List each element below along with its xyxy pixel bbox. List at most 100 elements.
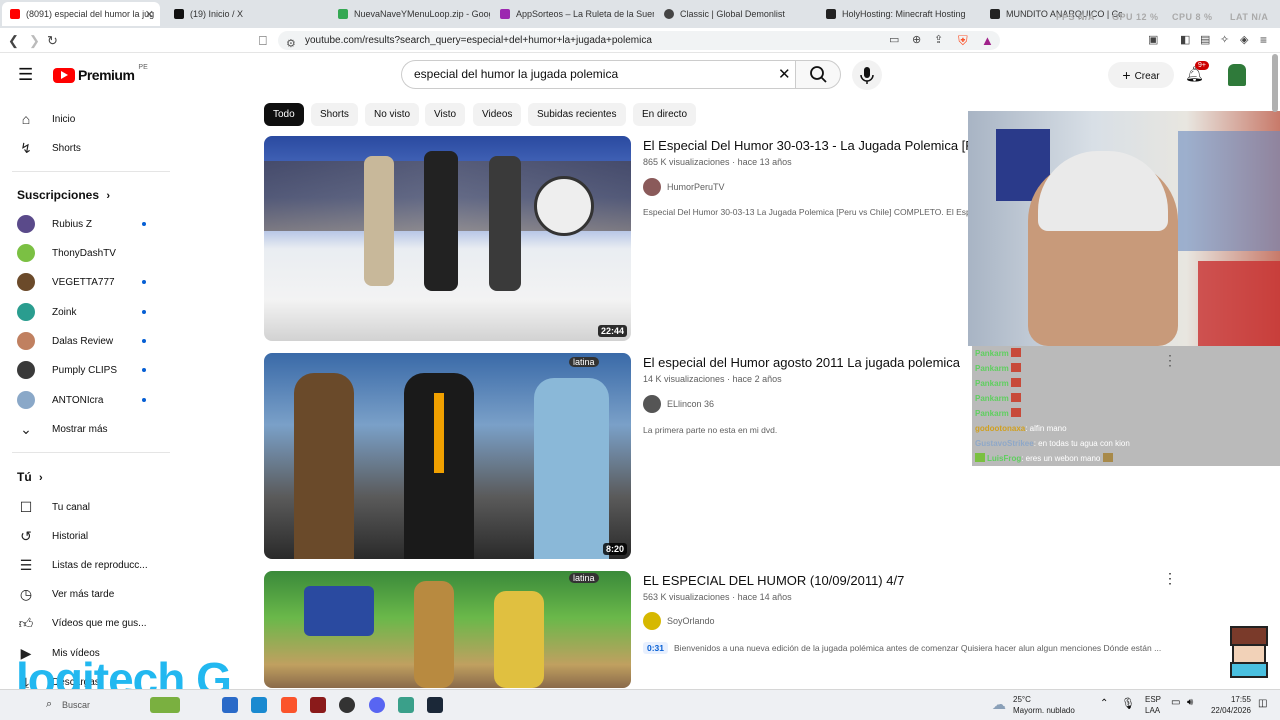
tab-console[interactable]: MUNDITO ANARQUICO | Console — [982, 2, 1122, 26]
reload-icon[interactable]: ↻ — [47, 33, 58, 49]
page-scrollbar[interactable] — [1272, 54, 1278, 112]
voice-search-button[interactable] — [852, 60, 882, 90]
chip-recent-uploads[interactable]: Subidas recientes — [528, 103, 626, 126]
notifications-button[interactable]: 🔔︎ 9+ — [1185, 61, 1209, 83]
bookmark-icon[interactable]: ⎕ — [259, 33, 267, 49]
timestamp-chip[interactable]: 0:31 — [643, 642, 669, 654]
windows-taskbar: ⌕ Buscar ☁ 25°C Mayorm. nublado ⌃ 🎙︎ ESP… — [0, 689, 1280, 720]
you-header[interactable]: Tú › — [17, 470, 43, 484]
chip-live[interactable]: En directo — [633, 103, 697, 126]
tab-appsorteos[interactable]: AppSorteos – La Ruleta de la Suerte — [492, 2, 654, 26]
search-button[interactable] — [795, 60, 841, 89]
clock-time[interactable]: 17:55 — [1211, 695, 1251, 704]
latency-stat: LAT N/A — [1230, 12, 1269, 22]
video-thumbnail[interactable]: latina — [264, 571, 631, 688]
drive-favicon-icon — [338, 9, 348, 19]
taskbar-search-input[interactable]: Buscar — [62, 700, 90, 710]
channel-link[interactable]: HumorPeruTV — [643, 178, 725, 196]
youtube-logo[interactable]: Premium PE — [53, 63, 148, 83]
brave-rewards-icon[interactable]: ▲ — [981, 33, 994, 48]
sidebar-item-playlists[interactable]: ☰ Listas de reproducc... — [17, 557, 148, 574]
tab-holyhosting[interactable]: HolyHosting: Minecraft Hosting — [818, 2, 980, 26]
hamburger-menu-icon[interactable]: ☰ — [18, 65, 33, 85]
vpn-icon[interactable]: ◈ — [1240, 33, 1248, 46]
sidebar-item-watch-later[interactable]: ◷ Ver más tarde — [17, 586, 114, 603]
video-title[interactable]: El especial del Humor agosto 2011 La jug… — [643, 355, 960, 370]
chip-shorts[interactable]: Shorts — [311, 103, 358, 126]
zoom-icon[interactable]: ⊕ — [912, 33, 921, 46]
forward-icon[interactable]: ❯ — [29, 33, 40, 49]
create-button[interactable]: + Crear — [1108, 62, 1174, 88]
site-info-icon[interactable]: ⚙ — [286, 35, 296, 54]
sidebar-item-history[interactable]: ↺ Historial — [17, 528, 88, 545]
back-icon[interactable]: ❮ — [8, 33, 19, 49]
menu-icon[interactable]: ≡ — [1260, 33, 1267, 47]
sidebar-toggle-icon[interactable]: ◧ — [1180, 33, 1190, 46]
chip-watched[interactable]: Visto — [425, 103, 466, 126]
weather-description[interactable]: Mayorm. nublado — [1013, 706, 1075, 715]
store-icon[interactable] — [251, 697, 267, 713]
subscriptions-header[interactable]: Suscripciones › — [17, 188, 110, 202]
sidebar-item-zoink[interactable]: Zoink — [17, 303, 146, 321]
brave-shield-icon[interactable]: ⛨ — [958, 33, 968, 49]
channel-link[interactable]: ELlincon 36 — [643, 395, 714, 413]
sidebar-item-dalas-review[interactable]: Dalas Review — [17, 332, 146, 350]
microphone-icon[interactable]: 🎙︎ — [1121, 697, 1135, 710]
region-code: PE — [138, 63, 148, 71]
chevron-up-icon[interactable]: ⌃ — [1100, 698, 1108, 709]
network-icon[interactable]: ▭ — [1171, 697, 1180, 708]
video-title[interactable]: El Especial Del Humor 30-03-13 - La Juga… — [643, 138, 974, 153]
show-more-button[interactable]: ⌄ Mostrar más — [17, 421, 107, 438]
tab-label: AppSorteos – La Ruleta de la Suerte — [516, 9, 654, 19]
search-input[interactable]: especial del humor la jugada polemica ✕ — [401, 60, 795, 89]
channel-link[interactable]: SoyOrlando — [643, 612, 715, 630]
clear-search-icon[interactable]: ✕ — [778, 61, 791, 88]
cpu-stat: CPU 8 % — [1172, 12, 1213, 22]
app-icon[interactable] — [310, 697, 326, 713]
brave-browser-icon[interactable] — [281, 697, 297, 713]
video-thumbnail[interactable]: latina 8:20 — [264, 353, 631, 559]
notification-center-icon[interactable]: ◫ — [1258, 698, 1267, 709]
sidebar-item-rubius-z[interactable]: Rubius Z — [17, 215, 146, 233]
more-options-icon[interactable]: ⋮ — [1163, 570, 1177, 587]
share-icon[interactable]: ⇪ — [934, 33, 943, 46]
sidebar-item-home[interactable]: ⌂ Inicio — [17, 111, 76, 127]
file-explorer-icon[interactable] — [222, 697, 238, 713]
chip-videos[interactable]: Videos — [473, 103, 522, 126]
sidebar-item-shorts[interactable]: ↯ Shorts — [17, 140, 81, 157]
weather-temperature[interactable]: 25°C — [1013, 695, 1031, 704]
channel-avatar — [17, 215, 35, 233]
keyboard-layout[interactable]: LAA — [1145, 706, 1160, 715]
clock-date[interactable]: 22/04/2026 — [1205, 706, 1251, 715]
avatar[interactable] — [1228, 64, 1246, 86]
video-thumbnail[interactable]: 22:44 — [264, 136, 631, 341]
steam-icon[interactable] — [427, 697, 443, 713]
sidebar-item-pumply-clips[interactable]: Pumply CLIPS — [17, 361, 146, 379]
close-icon[interactable]: ✕ — [145, 8, 154, 21]
sidebar-item-antonicra[interactable]: ANTONIcra — [17, 391, 146, 409]
tab-youtube[interactable]: (8091) especial del humor la jug ✕ — [2, 2, 160, 26]
extension-icon[interactable]: ▣ — [1148, 33, 1158, 46]
taskbar-widget-icon[interactable] — [150, 697, 180, 713]
discord-icon[interactable] — [369, 697, 385, 713]
sidebar-item-liked-videos[interactable]: 👍︎ Vídeos que me gus... — [17, 615, 147, 632]
tab-google-drive[interactable]: NuevaNaveYMenuLoop.zip - Googl — [330, 2, 490, 26]
search-icon[interactable]: ⌕ — [46, 698, 52, 711]
leo-icon[interactable]: ✧ — [1220, 33, 1229, 46]
sidebar-item-vegetta777[interactable]: VEGETTA777 — [17, 273, 146, 291]
tab-demonlist[interactable]: Classic | Global Demonlist — [656, 2, 816, 26]
language-indicator[interactable]: ESP — [1145, 695, 1161, 704]
appsorteos-favicon-icon — [500, 9, 510, 19]
sidebar-item-thonydashtv[interactable]: ThonyDashTV — [17, 244, 116, 262]
chip-all[interactable]: Todo — [264, 103, 304, 126]
cast-icon[interactable]: ▭ — [889, 33, 899, 46]
chip-unwatched[interactable]: No visto — [365, 103, 420, 126]
obs-icon[interactable] — [339, 697, 355, 713]
sidebar-item-your-channel[interactable]: ☐ Tu canal — [17, 499, 90, 516]
wallet-icon[interactable]: ▤ — [1200, 33, 1210, 46]
tab-x[interactable]: (19) Inicio / X — [166, 2, 326, 26]
volume-icon[interactable]: 🔊︎ — [1187, 697, 1193, 708]
app-icon[interactable] — [398, 697, 414, 713]
video-title[interactable]: EL ESPECIAL DEL HUMOR (10/09/2011) 4/7 — [643, 573, 904, 588]
chat-text: : alfin mano — [1025, 424, 1067, 433]
